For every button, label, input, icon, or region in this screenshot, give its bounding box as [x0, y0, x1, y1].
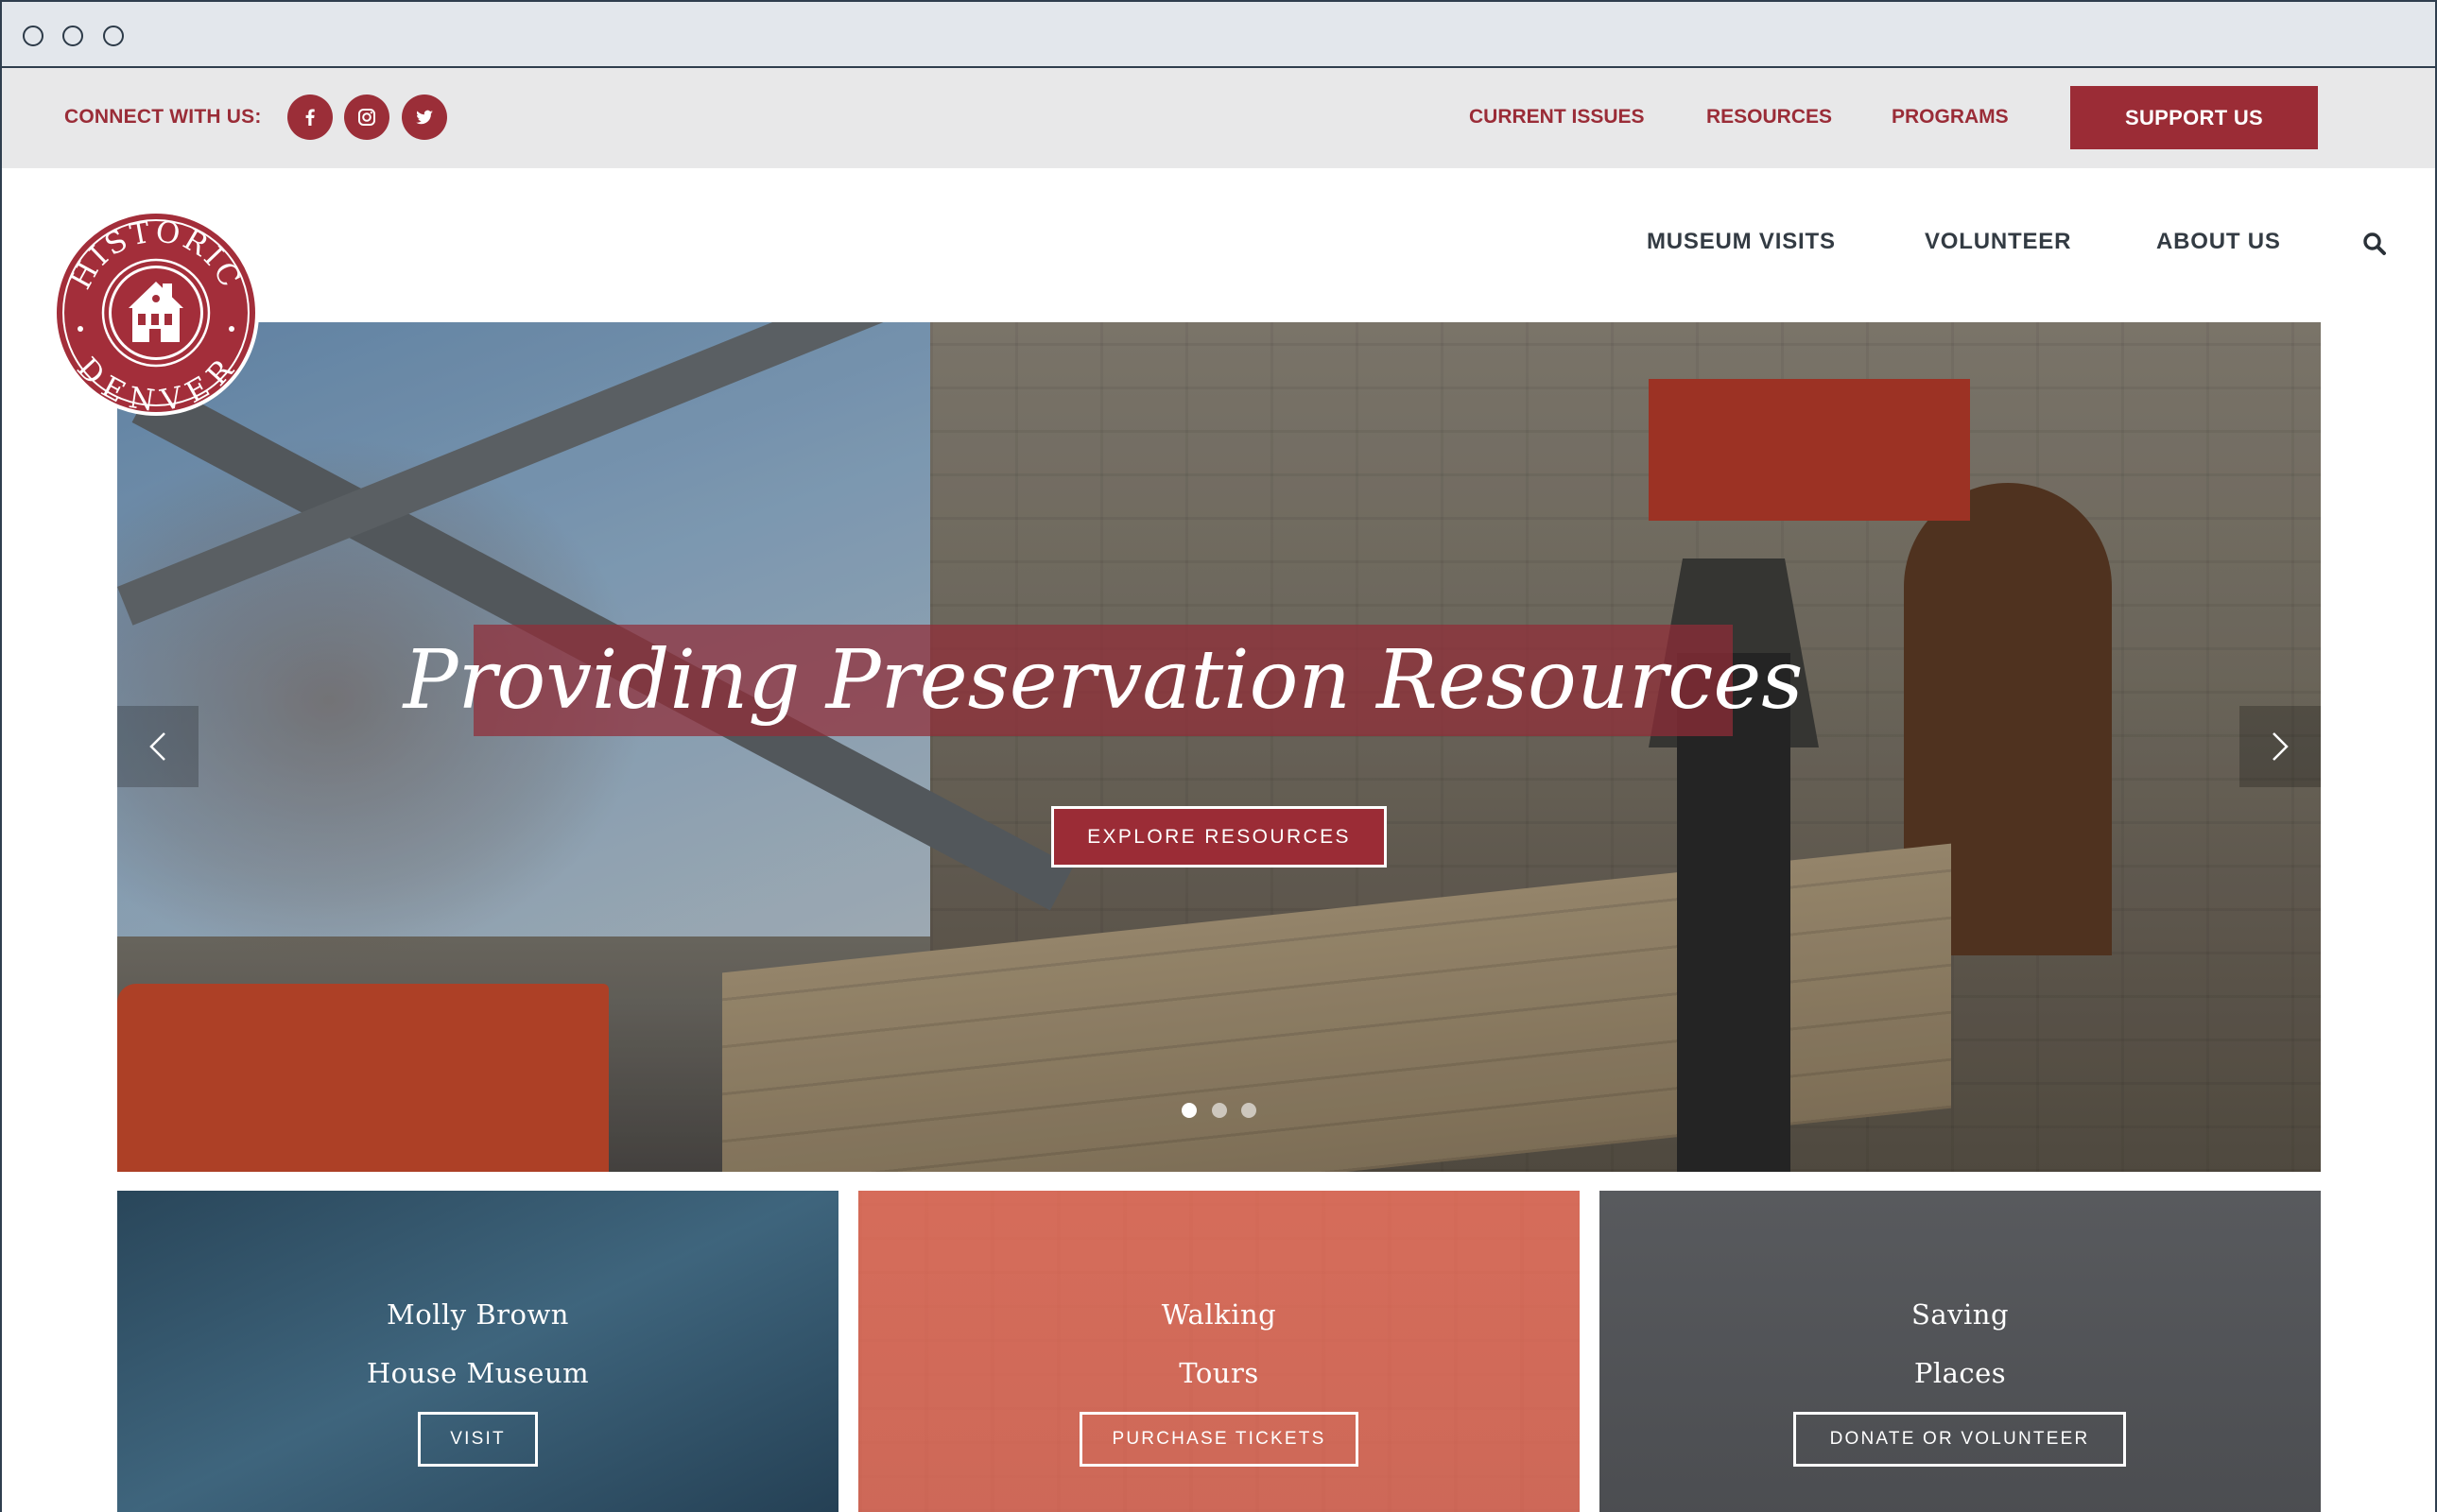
- card-title-line2: Places: [1913, 1357, 2007, 1389]
- nav-resources[interactable]: RESOURCES: [1706, 106, 1832, 129]
- slider-next-button[interactable]: [2239, 706, 2321, 787]
- hero-overlay: [117, 322, 2321, 1172]
- hero-title: Providing Preservation Resources: [404, 625, 1803, 736]
- purchase-tickets-button[interactable]: PURCHASE TICKETS: [1080, 1412, 1358, 1467]
- instagram-link[interactable]: [344, 94, 389, 140]
- card-molly-brown[interactable]: Molly Brown House Museum VISIT: [117, 1191, 838, 1512]
- slider-dot-1[interactable]: [1182, 1103, 1197, 1118]
- card-title-line1: Saving: [1910, 1298, 2010, 1331]
- search-button[interactable]: [2361, 231, 2388, 257]
- logo-seal: HISTORIC DENVER: [53, 210, 259, 419]
- window-close-button[interactable]: [23, 26, 43, 46]
- nav-volunteer[interactable]: VOLUNTEER: [1925, 229, 2071, 255]
- window-maximize-button[interactable]: [103, 26, 124, 46]
- slider-dot-2[interactable]: [1212, 1103, 1227, 1118]
- chevron-right-icon: [2273, 732, 2289, 761]
- slider-prev-button[interactable]: [117, 706, 199, 787]
- nav-programs[interactable]: PROGRAMS: [1892, 106, 2009, 129]
- chevron-left-icon: [149, 732, 165, 761]
- card-title-line1: Molly Brown: [387, 1298, 569, 1331]
- slider-dot-3[interactable]: [1241, 1103, 1256, 1118]
- window-titlebar: [0, 0, 2437, 68]
- donate-or-volunteer-button[interactable]: DONATE OR VOLUNTEER: [1793, 1412, 2126, 1467]
- card-title-line2: Tours: [1179, 1357, 1259, 1389]
- nav-about-us[interactable]: ABOUT US: [2156, 229, 2281, 255]
- explore-resources-button[interactable]: EXPLORE RESOURCES: [1051, 806, 1387, 868]
- instagram-icon: [358, 109, 375, 126]
- twitter-icon: [416, 110, 433, 125]
- card-saving-places[interactable]: Saving Places DONATE OR VOLUNTEER: [1599, 1191, 2321, 1512]
- card-title-line1: Walking: [1161, 1298, 1277, 1331]
- support-us-button[interactable]: SUPPORT US: [2070, 86, 2318, 149]
- card-title-line2: House Museum: [366, 1357, 590, 1389]
- search-icon: [2363, 232, 2386, 255]
- facebook-link[interactable]: [287, 94, 333, 140]
- historic-denver-logo[interactable]: HISTORIC DENVER: [51, 208, 261, 419]
- visit-button[interactable]: VISIT: [418, 1412, 538, 1467]
- nav-museum-visits[interactable]: MUSEUM VISITS: [1647, 229, 1836, 255]
- hero-slider: [117, 322, 2321, 1172]
- card-walking-tours[interactable]: Walking Tours PURCHASE TICKETS: [858, 1191, 1580, 1512]
- facebook-icon: [305, 109, 315, 126]
- window-minimize-button[interactable]: [62, 26, 83, 46]
- connect-label: CONNECT WITH US:: [64, 106, 262, 128]
- twitter-link[interactable]: [402, 94, 447, 140]
- nav-current-issues[interactable]: CURRENT ISSUES: [1469, 106, 1645, 129]
